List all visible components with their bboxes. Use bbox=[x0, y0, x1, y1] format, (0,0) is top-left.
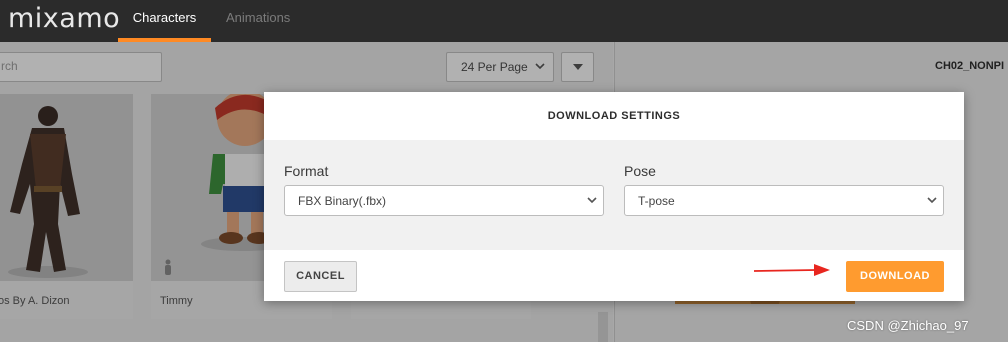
chevron-down-icon bbox=[927, 197, 937, 204]
pose-select[interactable]: T-pose bbox=[624, 185, 944, 216]
download-settings-dialog: DOWNLOAD SETTINGS Format FBX Binary(.fbx… bbox=[264, 92, 964, 301]
dialog-footer: CANCEL DOWNLOAD bbox=[264, 250, 964, 301]
download-button[interactable]: DOWNLOAD bbox=[846, 261, 944, 292]
format-select[interactable]: FBX Binary(.fbx) bbox=[284, 185, 604, 216]
format-label: Format bbox=[284, 163, 329, 179]
tab-animations[interactable]: Animations bbox=[226, 0, 290, 42]
format-select-value: FBX Binary(.fbx) bbox=[298, 194, 387, 208]
pose-label: Pose bbox=[624, 163, 656, 179]
top-navigation-bar: mixamo Characters Animations bbox=[0, 0, 1008, 42]
cancel-button[interactable]: CANCEL bbox=[284, 261, 357, 292]
mixamo-logo[interactable]: mixamo bbox=[8, 3, 120, 34]
tab-characters[interactable]: Characters bbox=[118, 0, 211, 42]
annotation-arrow bbox=[753, 264, 830, 276]
dialog-title: DOWNLOAD SETTINGS bbox=[264, 92, 964, 140]
watermark-text: CSDN @Zhichao_97 bbox=[847, 318, 969, 333]
chevron-down-icon bbox=[587, 197, 597, 204]
pose-select-value: T-pose bbox=[638, 194, 675, 208]
